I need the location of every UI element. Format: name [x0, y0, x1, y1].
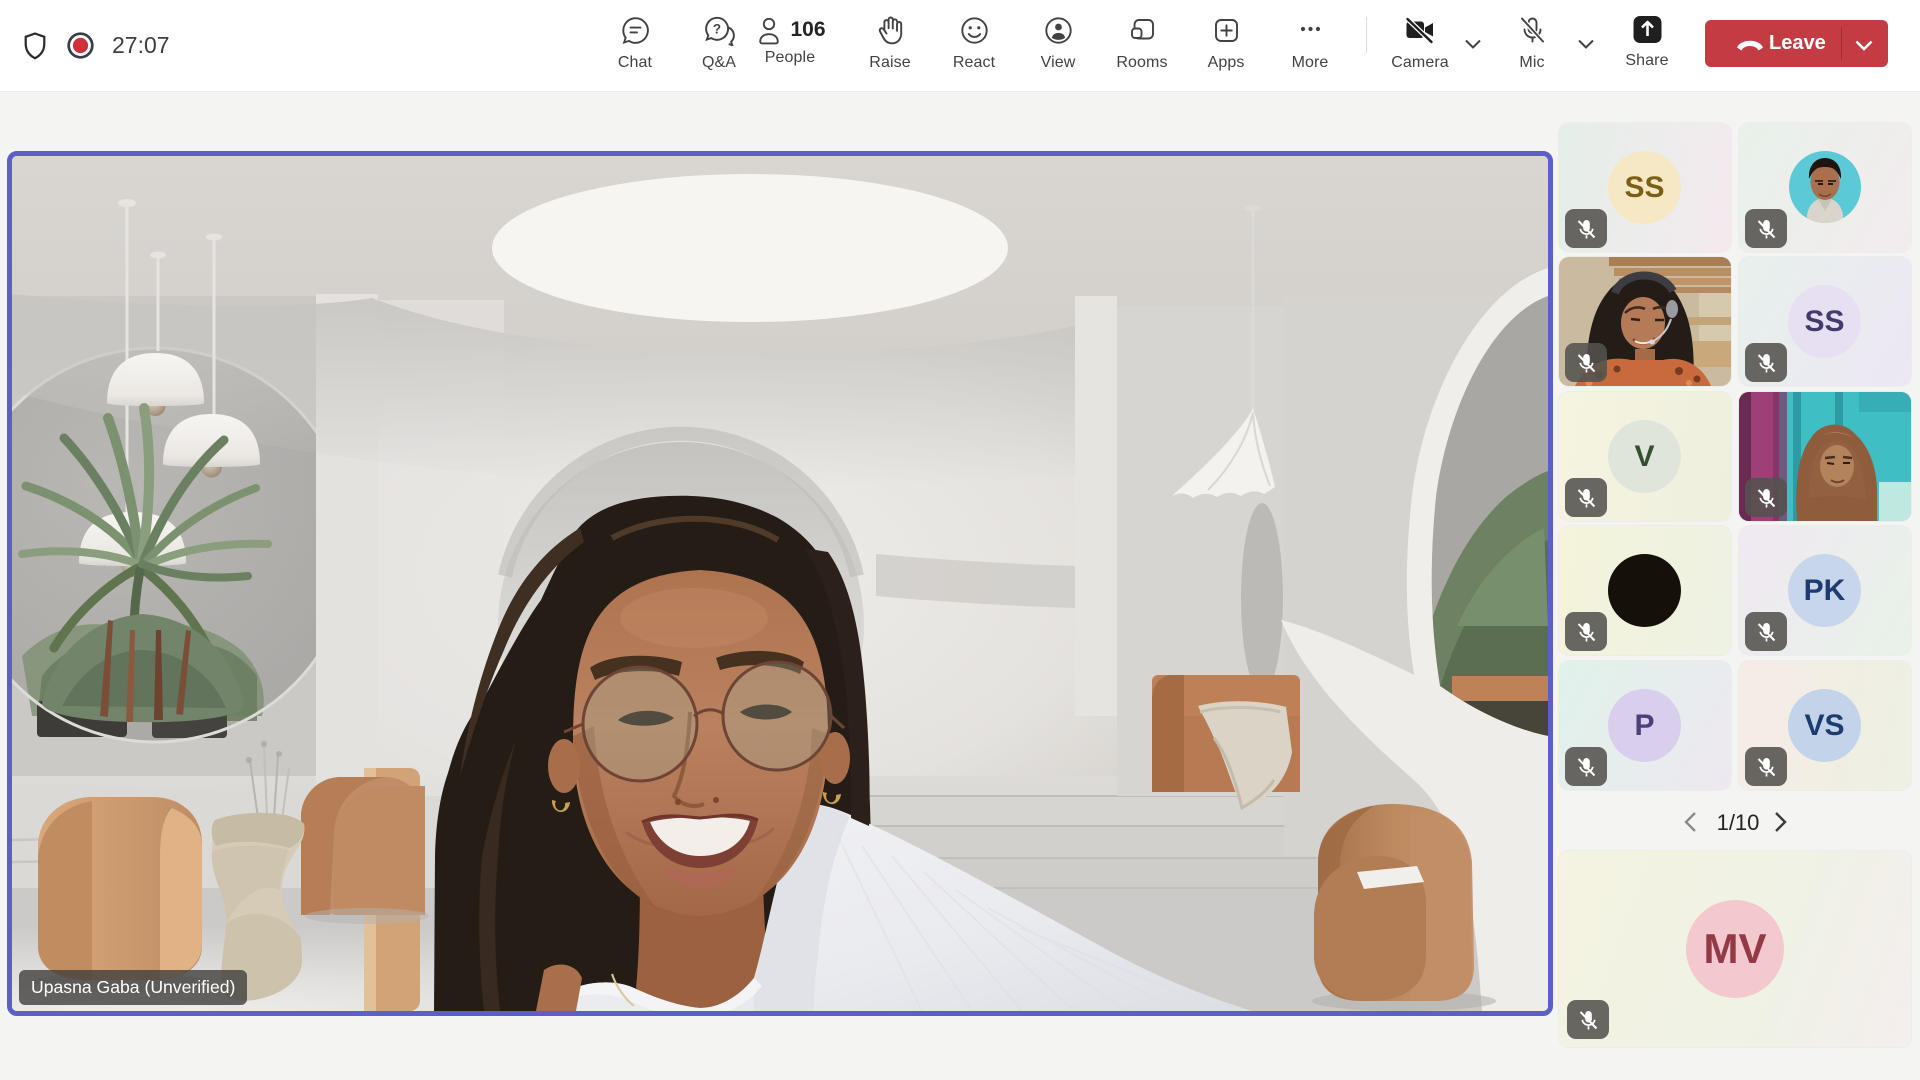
svg-text:?: ? [712, 21, 720, 36]
